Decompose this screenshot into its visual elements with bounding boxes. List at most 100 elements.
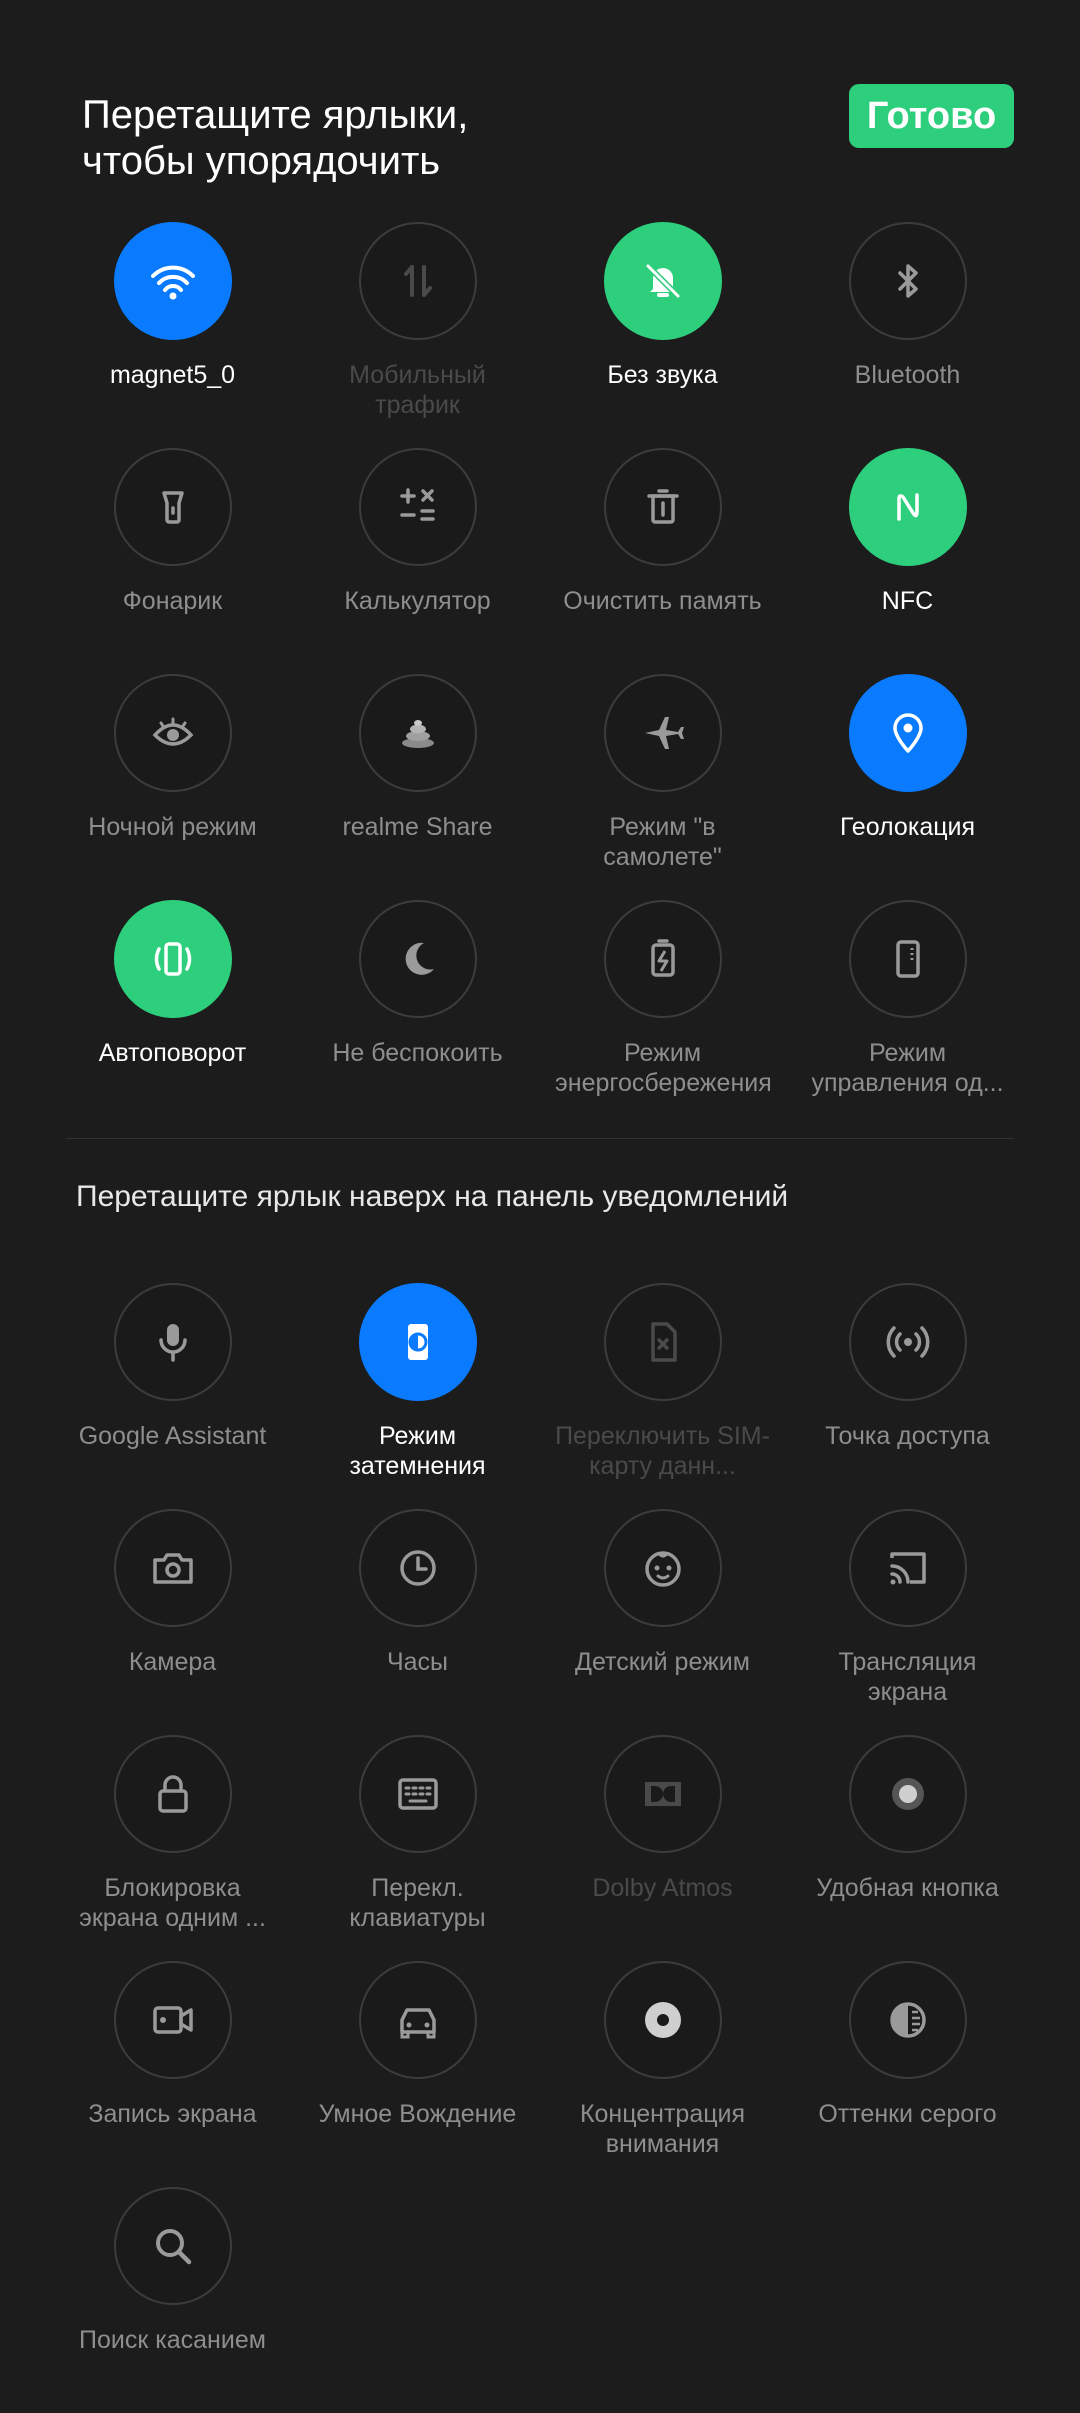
flashlight-icon <box>161 491 184 524</box>
tile-label: Bluetooth <box>854 361 961 389</box>
one-hand-toggle[interactable] <box>848 900 967 1018</box>
hotspot-icon <box>886 1326 929 1358</box>
tile-label: Перекл. клавиатуры <box>349 1874 486 1932</box>
tile-label: Dolby Atmos <box>592 1874 733 1902</box>
nfc-toggle[interactable] <box>848 448 967 566</box>
tile-label: Google Assistant <box>78 1422 267 1450</box>
tile-label: Мобильный трафик <box>349 361 486 419</box>
tile-label: Фонарик <box>122 587 223 615</box>
bell-off-toggle[interactable] <box>603 222 722 340</box>
tile-calculator[interactable]: Калькулятор <box>295 448 540 674</box>
tile-grayscale[interactable]: Оттенки серого <box>785 1961 1030 2187</box>
calculator-icon <box>399 488 435 521</box>
mobile-data-icon <box>403 265 432 297</box>
rotate-toggle[interactable] <box>113 900 232 1018</box>
grayscale-icon <box>889 2002 926 2038</box>
tile-nfc[interactable]: NFC <box>785 448 1030 674</box>
tile-wifi[interactable]: magnet5_0 <box>50 222 295 448</box>
tile-screen-record[interactable]: Запись экрана <box>50 1961 295 2187</box>
tile-label: Удобная кнопка <box>816 1874 999 1902</box>
dark-mode-icon <box>407 1324 428 1360</box>
camera-toggle[interactable] <box>113 1509 232 1627</box>
tile-dolby[interactable]: Dolby Atmos <box>540 1735 785 1961</box>
bluetooth-toggle[interactable] <box>848 222 967 340</box>
lock-toggle[interactable] <box>113 1735 232 1853</box>
keyboard-toggle[interactable] <box>358 1735 477 1853</box>
screen-record-toggle[interactable] <box>113 1961 232 2079</box>
tile-assistive-button[interactable]: Удобная кнопка <box>785 1735 1030 1961</box>
tile-label: Автоповорот <box>98 1039 247 1067</box>
car-toggle[interactable] <box>358 1961 477 2079</box>
mobile-data-toggle[interactable] <box>358 222 477 340</box>
dolby-icon <box>644 1782 681 1806</box>
kid-toggle[interactable] <box>603 1509 722 1627</box>
microphone-icon <box>158 1324 187 1362</box>
grayscale-toggle[interactable] <box>848 1961 967 2079</box>
tile-kid[interactable]: Детский режим <box>540 1509 785 1735</box>
tile-focus[interactable]: Концентрация внимания <box>540 1961 785 2187</box>
cast-icon <box>889 1552 926 1585</box>
tile-mobile-data[interactable]: Мобильный трафик <box>295 222 540 448</box>
tile-one-hand[interactable]: Режим управления од... <box>785 900 1030 1126</box>
moon-toggle[interactable] <box>358 900 477 1018</box>
assistive-button-toggle[interactable] <box>848 1735 967 1853</box>
nfc-icon <box>896 493 919 521</box>
active-tiles-grid: magnet5_0 Мобильный трафик Без звука Blueto… <box>50 222 1030 1126</box>
focus-toggle[interactable] <box>603 1961 722 2079</box>
trash-toggle[interactable] <box>603 448 722 566</box>
tile-label: Ночной режим <box>88 813 257 841</box>
tile-airplane[interactable]: Режим "в самолете" <box>540 674 785 900</box>
tile-bell-off[interactable]: Без звука <box>540 222 785 448</box>
airplane-toggle[interactable] <box>603 674 722 792</box>
cast-toggle[interactable] <box>848 1509 967 1627</box>
tile-eye[interactable]: Ночной режим <box>50 674 295 900</box>
tile-moon[interactable]: Не беспокоить <box>295 900 540 1126</box>
tile-label: Запись экрана <box>88 2100 257 2128</box>
location-toggle[interactable] <box>848 674 967 792</box>
lock-icon <box>157 1775 188 1813</box>
tile-label: Детский режим <box>575 1648 750 1676</box>
tile-search[interactable]: Поиск касанием <box>50 2187 295 2413</box>
eye-toggle[interactable] <box>113 674 232 792</box>
dolby-toggle[interactable] <box>603 1735 722 1853</box>
screen-record-icon <box>152 2006 193 2034</box>
flashlight-toggle[interactable] <box>113 448 232 566</box>
tile-microphone[interactable]: Google Assistant <box>50 1283 295 1509</box>
tile-trash[interactable]: Очистить память <box>540 448 785 674</box>
tile-realme-share[interactable]: realme Share <box>295 674 540 900</box>
tile-rotate[interactable]: Автоповорот <box>50 900 295 1126</box>
realme-share-toggle[interactable] <box>358 674 477 792</box>
dark-mode-toggle[interactable] <box>358 1283 477 1401</box>
tile-sim[interactable]: Переключить SIM-карту данн... <box>540 1283 785 1509</box>
keyboard-icon <box>397 1778 438 1810</box>
done-button[interactable]: Готово <box>849 84 1014 148</box>
tile-camera[interactable]: Камера <box>50 1509 295 1735</box>
tile-label: Режим энергосбережения <box>555 1039 770 1097</box>
tile-bluetooth[interactable]: Bluetooth <box>785 222 1030 448</box>
bluetooth-icon <box>897 264 918 298</box>
tile-hotspot[interactable]: Точка доступа <box>785 1283 1030 1509</box>
clock-toggle[interactable] <box>358 1509 477 1627</box>
tile-location[interactable]: Геолокация <box>785 674 1030 900</box>
tile-label: Оттенки серого <box>818 2100 997 2128</box>
tile-battery-saver[interactable]: Режим энергосбережения <box>540 900 785 1126</box>
tile-dark-mode[interactable]: Режим затемнения <box>295 1283 540 1509</box>
eye-icon <box>152 717 193 746</box>
tile-lock[interactable]: Блокировка экрана одним ... <box>50 1735 295 1961</box>
wifi-toggle[interactable] <box>113 222 232 340</box>
tile-flashlight[interactable]: Фонарик <box>50 448 295 674</box>
microphone-toggle[interactable] <box>113 1283 232 1401</box>
tile-car[interactable]: Умное Вождение <box>295 1961 540 2187</box>
tile-clock[interactable]: Часы <box>295 1509 540 1735</box>
hotspot-toggle[interactable] <box>848 1283 967 1401</box>
tile-keyboard[interactable]: Перекл. клавиатуры <box>295 1735 540 1961</box>
tile-label: Калькулятор <box>344 587 491 615</box>
assistive-button-icon <box>891 1778 924 1810</box>
sim-toggle[interactable] <box>603 1283 722 1401</box>
tile-label: Камера <box>128 1648 217 1676</box>
tile-label: Геолокация <box>839 813 976 841</box>
search-toggle[interactable] <box>113 2187 232 2305</box>
battery-saver-toggle[interactable] <box>603 900 722 1018</box>
calculator-toggle[interactable] <box>358 448 477 566</box>
tile-cast[interactable]: Трансляция экрана <box>785 1509 1030 1735</box>
